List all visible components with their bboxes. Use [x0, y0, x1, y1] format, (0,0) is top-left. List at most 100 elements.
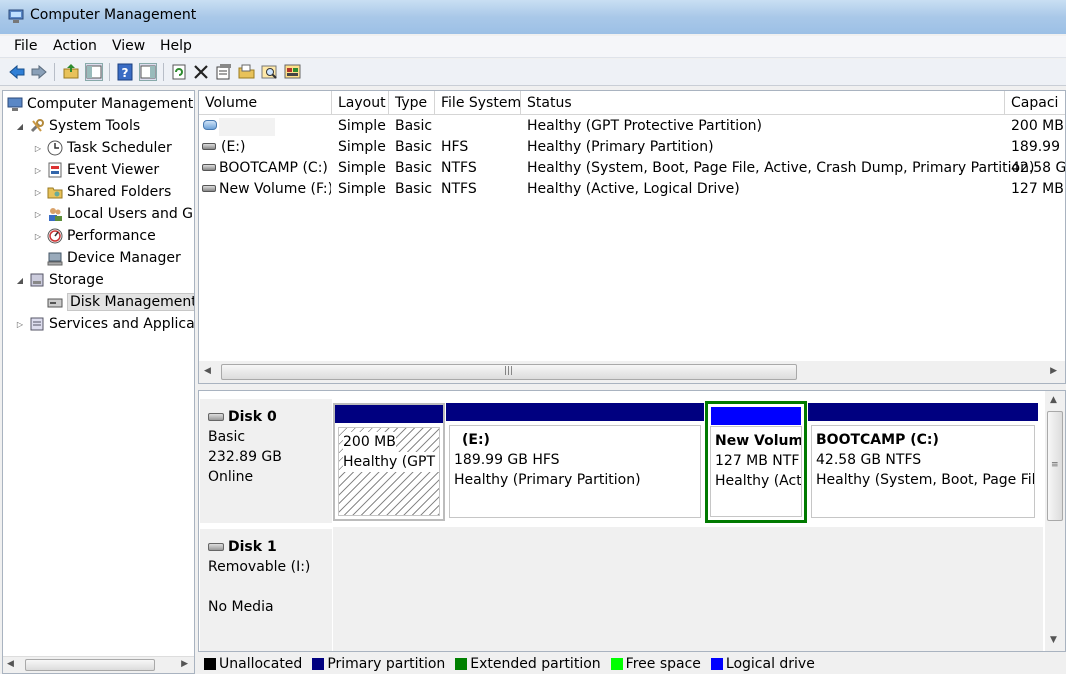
partition-size: 200 MB — [343, 432, 396, 452]
column-header-volume[interactable]: Volume — [199, 91, 332, 115]
tree-item-services-and-applications[interactable]: ▷ Services and Applicat — [15, 313, 194, 335]
partition-size: 127 MB NTF — [715, 453, 800, 469]
partition-body: New Volum 127 MB NTF Healthy (Act — [710, 426, 802, 517]
users-icon — [47, 206, 63, 222]
scroll-thumb[interactable]: ||| — [221, 364, 797, 380]
expand-arrow-icon[interactable]: ▷ — [33, 232, 43, 241]
tree-label: Device Manager — [67, 250, 181, 266]
expand-arrow-icon[interactable]: ▷ — [33, 144, 43, 153]
tree-item-computer-management[interactable]: Computer Management — [7, 93, 193, 115]
legend-item-free-space: Free space — [610, 656, 701, 672]
partition-body: (E:) 189.99 GB HFS Healthy (Primary Part… — [449, 425, 701, 518]
legend-swatch — [710, 658, 723, 670]
tree-item-device-manager[interactable]: Device Manager — [47, 247, 181, 269]
disk-1-label[interactable]: Disk 1 Removable (I:) No Media — [200, 529, 332, 651]
disk-view-vertical-scrollbar[interactable]: ▲ ≡ ▼ — [1045, 391, 1065, 651]
clock-icon — [47, 140, 63, 156]
tree-item-event-viewer[interactable]: ▷ Event Viewer — [33, 159, 159, 181]
disk-management-icon — [47, 294, 63, 310]
tree-item-storage[interactable]: ◢ Storage — [15, 269, 104, 291]
properties-icon[interactable] — [215, 63, 233, 81]
tools-icon — [29, 118, 45, 134]
volume-row[interactable]: Simple Basic Healthy (GPT Protective Par… — [199, 116, 1065, 137]
back-icon[interactable] — [8, 63, 26, 81]
partition-unlabeled[interactable]: 200 MB Healthy (GPT P — [333, 403, 445, 521]
shared-folder-icon — [47, 184, 63, 200]
collapse-arrow-icon[interactable]: ◢ — [15, 122, 25, 131]
tree-item-local-users[interactable]: ▷ Local Users and Gro — [33, 203, 194, 225]
volume-capacity: 200 MB — [1011, 118, 1064, 134]
partition-e[interactable]: (E:) 189.99 GB HFS Healthy (Primary Part… — [446, 403, 704, 521]
volume-status: Healthy (GPT Protective Partition) — [527, 118, 763, 134]
tree-horizontal-scrollbar[interactable]: ◀ ▶ — [3, 656, 194, 673]
tree-item-disk-management[interactable]: Disk Management — [47, 291, 194, 313]
view-icon[interactable] — [284, 63, 302, 81]
volume-name: New Volume (F:) — [219, 181, 331, 197]
menu-view[interactable]: View — [112, 38, 145, 54]
scroll-down-arrow-icon[interactable]: ▼ — [1050, 635, 1057, 645]
svg-text:?: ? — [122, 66, 129, 80]
search-icon[interactable] — [261, 63, 279, 81]
volume-row[interactable]: New Volume (F:) Simple Basic NTFS Health… — [199, 179, 1065, 200]
disk-size: 232.89 GB — [208, 449, 282, 465]
scroll-thumb[interactable] — [25, 659, 155, 671]
scroll-up-arrow-icon[interactable]: ▲ — [1050, 395, 1057, 405]
expand-arrow-icon[interactable]: ▷ — [33, 166, 43, 175]
scroll-left-arrow-icon[interactable]: ◀ — [7, 659, 14, 669]
collapse-arrow-icon[interactable]: ◢ — [15, 276, 25, 285]
disk-name: Disk 0 — [228, 409, 277, 425]
partition-bar — [335, 405, 443, 423]
up-folder-icon[interactable] — [62, 63, 80, 81]
tree-item-performance[interactable]: ▷ Performance — [33, 225, 156, 247]
column-header-status[interactable]: Status — [521, 91, 1005, 115]
help-icon[interactable]: ? — [116, 63, 134, 81]
volume-type: Basic — [395, 118, 433, 134]
column-header-type[interactable]: Type — [389, 91, 435, 115]
disk-name: Disk 1 — [228, 539, 277, 555]
volume-list-horizontal-scrollbar[interactable]: ◀ ||| ▶ — [199, 361, 1065, 383]
menu-action[interactable]: Action — [53, 38, 97, 54]
legend-swatch — [455, 658, 468, 670]
tree-label: Computer Management — [27, 96, 194, 112]
scroll-left-arrow-icon[interactable]: ◀ — [204, 366, 211, 376]
partition-bootcamp[interactable]: BOOTCAMP (C:) 42.58 GB NTFS Healthy (Sys… — [808, 403, 1038, 521]
scroll-right-arrow-icon[interactable]: ▶ — [1050, 366, 1057, 376]
tree-item-system-tools[interactable]: ◢ System Tools — [15, 115, 140, 137]
grip-icon: ≡ — [1051, 460, 1059, 470]
tree-label: Event Viewer — [67, 162, 160, 178]
tree-label: Performance — [67, 228, 156, 244]
menu-help[interactable]: Help — [160, 38, 192, 54]
partition-status: Healthy (GPT P — [343, 452, 439, 472]
tree-item-shared-folders[interactable]: ▷ Shared Folders — [33, 181, 171, 203]
expand-arrow-icon[interactable]: ▷ — [33, 188, 43, 197]
tree-label: Shared Folders — [67, 184, 172, 200]
toolbar-separator — [163, 63, 164, 81]
open-icon[interactable] — [238, 63, 256, 81]
delete-icon[interactable] — [192, 63, 210, 81]
scroll-right-arrow-icon[interactable]: ▶ — [181, 659, 188, 669]
disk-0-label[interactable]: Disk 0 Basic 232.89 GB Online — [200, 399, 332, 523]
forward-icon[interactable] — [30, 63, 48, 81]
volume-row[interactable]: (E:) Simple Basic HFS Healthy (Primary P… — [199, 137, 1065, 158]
volume-row[interactable]: BOOTCAMP (C:) Simple Basic NTFS Healthy … — [199, 158, 1065, 179]
expand-arrow-icon[interactable]: ▷ — [33, 210, 43, 219]
partition-new-volume[interactable]: New Volum 127 MB NTF Healthy (Act — [705, 401, 807, 523]
tree-item-task-scheduler[interactable]: ▷ Task Scheduler — [33, 137, 172, 159]
expand-arrow-icon[interactable]: ▷ — [15, 320, 25, 329]
refresh-icon[interactable] — [170, 63, 188, 81]
column-header-capacity[interactable]: Capaci — [1005, 91, 1065, 115]
action-pane-icon[interactable] — [139, 63, 157, 81]
column-header-file-system[interactable]: File System — [435, 91, 521, 115]
partition-bar — [808, 403, 1038, 421]
partition-name: BOOTCAMP (C:) — [816, 432, 939, 448]
legend-label: Primary partition — [327, 656, 446, 672]
partition-bar — [711, 407, 801, 425]
column-header-layout[interactable]: Layout — [332, 91, 389, 115]
volume-capacity: 127 MB — [1011, 181, 1064, 197]
partition-name: New Volum — [715, 433, 802, 449]
volume-layout: Simple — [338, 139, 386, 155]
menu-file[interactable]: File — [14, 38, 37, 54]
volume-type: Basic — [395, 139, 433, 155]
show-hide-tree-icon[interactable] — [85, 63, 103, 81]
scroll-thumb[interactable]: ≡ — [1047, 411, 1063, 521]
